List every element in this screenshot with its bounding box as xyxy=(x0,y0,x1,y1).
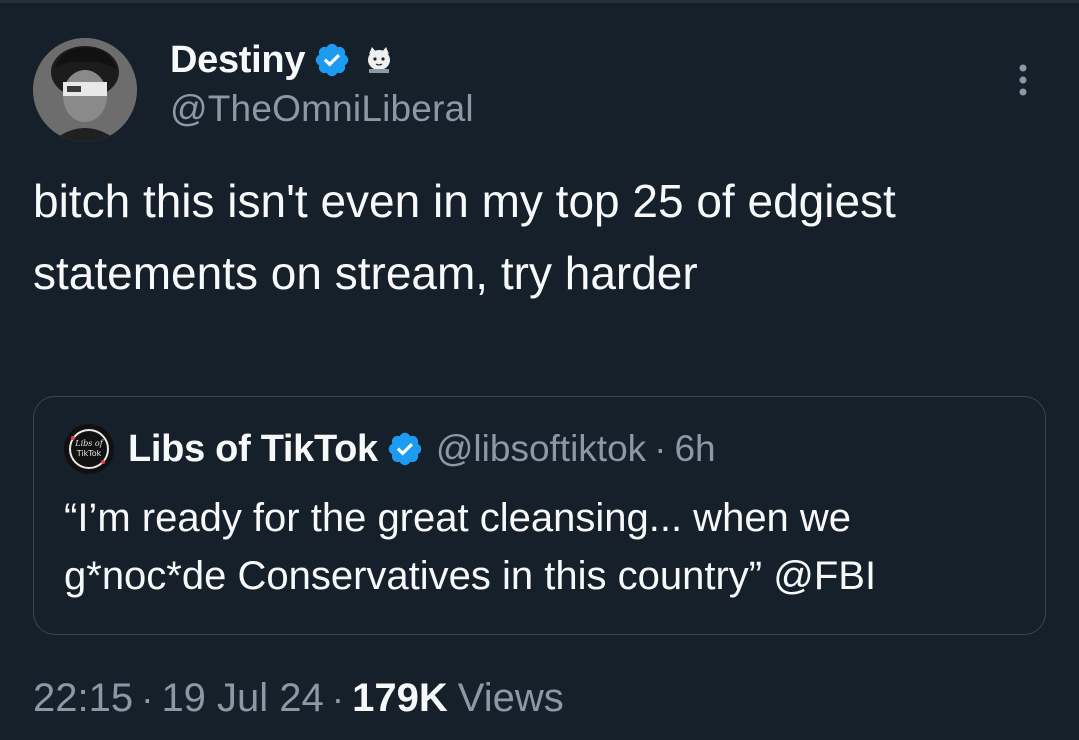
tweet-header: Destiny @TheOmniLiberal xyxy=(170,36,474,130)
quoted-author-handle[interactable]: @libsoftiktok xyxy=(436,428,646,470)
views-count[interactable]: 179K xyxy=(352,676,448,721)
quoted-tweet-time[interactable]: 6h xyxy=(674,428,715,470)
separator-dot: · xyxy=(654,428,667,469)
quoted-tweet-card[interactable]: Libs of TikTok Libs of TikTok @libsoftik… xyxy=(33,396,1046,635)
libs-of-tiktok-logo-icon: Libs of TikTok xyxy=(64,424,114,474)
author-avatar[interactable] xyxy=(33,38,137,142)
author-name-row: Destiny xyxy=(170,36,474,84)
top-divider xyxy=(0,0,1079,3)
quoted-author-name[interactable]: Libs of TikTok xyxy=(128,428,378,471)
quoted-tweet-text: “I’m ready for the great cleansing... wh… xyxy=(64,496,877,598)
avatar-photo-icon xyxy=(33,38,137,142)
quoted-tweet-header: Libs of TikTok Libs of TikTok @libsoftik… xyxy=(64,424,716,474)
affiliate-badge-icon[interactable] xyxy=(361,42,397,78)
author-handle[interactable]: @TheOmniLiberal xyxy=(170,88,474,130)
tweet-meta: 22:15 · 19 Jul 24 · 179K Views xyxy=(33,676,564,721)
separator-dot: · xyxy=(331,678,345,719)
svg-text:Libs of: Libs of xyxy=(74,439,104,448)
quoted-author-avatar[interactable]: Libs of TikTok xyxy=(64,424,114,474)
tweet-text: bitch this isn't even in my top 25 of ed… xyxy=(33,175,896,299)
tweet-time[interactable]: 22:15 xyxy=(33,676,133,721)
tweet-date[interactable]: 19 Jul 24 xyxy=(161,676,323,721)
separator-dot: · xyxy=(141,678,154,719)
more-options-icon[interactable] xyxy=(1008,60,1038,100)
verified-badge-icon[interactable] xyxy=(313,41,351,79)
verified-badge-icon[interactable] xyxy=(386,430,424,468)
author-name[interactable]: Destiny xyxy=(170,39,305,82)
views-label[interactable]: Views xyxy=(458,676,564,721)
svg-text:TikTok: TikTok xyxy=(76,449,102,458)
